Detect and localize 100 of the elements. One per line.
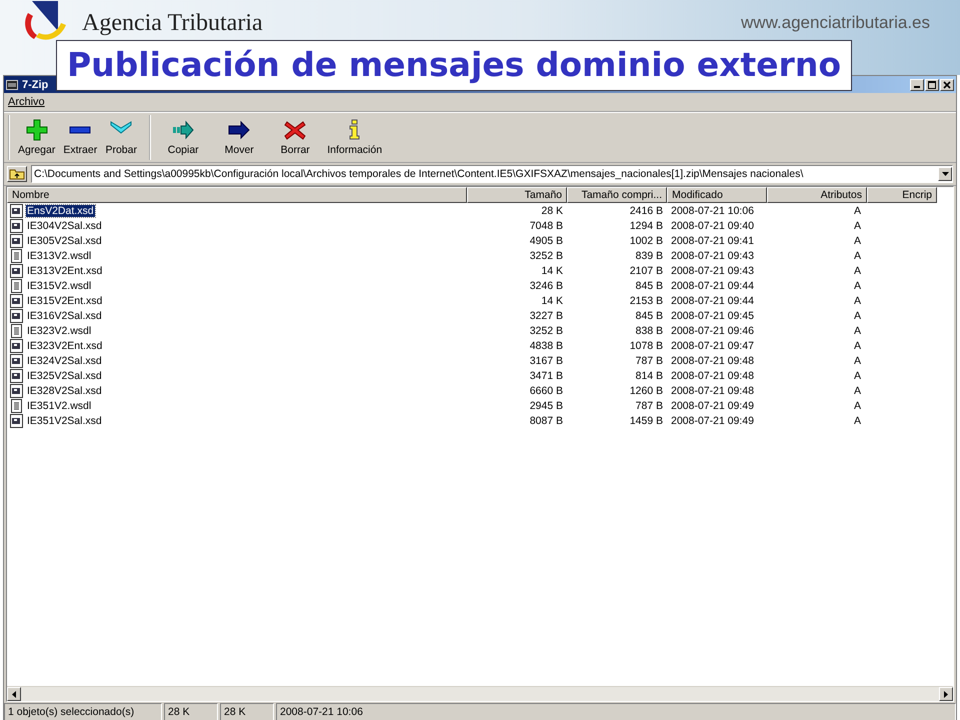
table-cell-text: 2008-07-21 09:43 (670, 250, 755, 262)
table-cell-text: 3227 B (528, 310, 564, 322)
file-name[interactable]: IE328V2Sal.xsd (26, 384, 103, 396)
menu-item[interactable]: Archivo (8, 96, 45, 108)
file-name[interactable]: IE316V2Sal.xsd (26, 310, 103, 322)
table-cell-text: A (852, 220, 862, 232)
scroll-left-button[interactable] (7, 687, 21, 701)
close-button[interactable] (940, 78, 954, 90)
column-header[interactable]: Nombre (7, 187, 467, 203)
schema-file-icon (9, 384, 24, 398)
table-cell-text: 3246 B (528, 280, 564, 292)
file-name[interactable]: IE323V2Ent.xsd (26, 340, 104, 352)
file-name[interactable]: IE323V2.wsdl (26, 324, 92, 336)
table-cell-text: 2008-07-21 09:49 (670, 414, 755, 426)
file-name[interactable]: IE351V2Sal.xsd (26, 414, 103, 426)
table-cell-text: A (852, 340, 862, 352)
table-cell-text: A (852, 204, 862, 216)
file-name[interactable]: IE315V2Ent.xsd (26, 294, 104, 306)
table-cell-text: A (852, 250, 862, 262)
table-cell-text: 2153 B (628, 294, 664, 306)
schema-file-icon (9, 354, 24, 368)
scroll-right-button[interactable] (939, 687, 953, 701)
app-icon (6, 80, 18, 90)
table-cell-text: 8087 B (528, 414, 564, 426)
schema-file-icon (9, 204, 24, 218)
table-cell-text: 2008-07-21 10:06 (670, 204, 755, 216)
column-header[interactable]: Tamaño compri... (567, 187, 667, 203)
column-header[interactable]: Tamaño (467, 187, 567, 203)
column-header[interactable]: Atributos (767, 187, 867, 203)
toolbar-button[interactable]: Información (323, 115, 386, 160)
table-cell-text: 845 B (634, 280, 664, 292)
text-file-icon (9, 324, 24, 338)
address-field[interactable]: C:\Documents and Settings\a00995kb\Configuración local\Archivos temporales de Internet\Content.IE5\GXIFSXAZ\mensajes_nacionales[1].zip\Mensajes nacionales\ (31, 165, 953, 183)
file-name[interactable]: IE324V2Sal.xsd (26, 354, 103, 366)
left-arrow-icon (12, 690, 16, 698)
table-cell-text: 3252 B (528, 250, 564, 262)
toolbar-button[interactable]: Extraer (59, 115, 102, 160)
table-cell-text: A (852, 234, 862, 246)
table-cell-text: A (852, 294, 862, 306)
schema-file-icon (9, 264, 24, 278)
file-name[interactable]: IE305V2Sal.xsd (26, 234, 103, 246)
arrow-icon (172, 119, 194, 141)
minimize-button[interactable] (910, 78, 924, 90)
schema-file-icon (9, 294, 24, 308)
toolbar-button[interactable]: Agregar (14, 115, 60, 160)
column-header[interactable]: Modificado (667, 187, 767, 203)
toolbar-button[interactable]: Borrar (267, 115, 324, 160)
table-cell-text: 2008-07-21 09:44 (670, 280, 755, 292)
table-cell-text: A (852, 400, 862, 412)
table-cell-text: 839 B (634, 250, 664, 262)
toolbar-button[interactable]: Mover (211, 115, 268, 160)
table-cell-text: 2008-07-21 09:43 (670, 264, 755, 276)
table-cell-text: 1260 B (628, 384, 664, 396)
file-name[interactable]: IE313V2.wsdl (26, 250, 92, 262)
status-text: 28 K (220, 703, 274, 720)
table-cell-text: 838 B (634, 324, 664, 336)
table-cell-text: 1002 B (628, 234, 664, 246)
file-name[interactable]: IE325V2Sal.xsd (26, 370, 103, 382)
file-name[interactable]: IE351V2.wsdl (26, 400, 92, 412)
table-cell-text: A (852, 414, 862, 426)
table-cell-text: 787 B (634, 400, 664, 412)
table-cell-text: 2008-07-21 09:46 (670, 324, 755, 336)
brand-name: Agencia Tributaria (82, 10, 263, 37)
minimize-icon (914, 86, 920, 88)
table-cell-text: 4905 B (528, 234, 564, 246)
toolbar-button[interactable]: Probar (101, 115, 142, 160)
delete-icon (284, 119, 306, 141)
file-name[interactable]: EnsV2Dat.xsd (26, 204, 95, 216)
table-cell-text: 14 K (540, 264, 564, 276)
table-cell-text: 3471 B (528, 370, 564, 382)
schema-file-icon (9, 414, 24, 428)
maximize-button[interactable] (925, 78, 939, 90)
table-cell-text: A (852, 264, 862, 276)
table-cell-text: 2008-07-21 09:48 (670, 370, 755, 382)
table-cell-text: 6660 B (528, 384, 564, 396)
table-cell-text: 14 K (540, 294, 564, 306)
table-cell-text: 28 K (540, 204, 564, 216)
table-cell-text: 2008-07-21 09:48 (670, 384, 755, 396)
toolbar-button[interactable]: Copiar (155, 115, 212, 160)
website-url: www.agenciatributaria.es (741, 13, 930, 33)
table-cell-text: 2008-07-21 09:41 (670, 234, 755, 246)
table-cell-text: 2008-07-21 09:49 (670, 400, 755, 412)
table-cell-text: 2008-07-21 09:47 (670, 340, 755, 352)
folder-up-icon (9, 168, 25, 180)
arrow-icon (228, 119, 250, 141)
file-name[interactable]: IE304V2Sal.xsd (26, 220, 103, 232)
table-cell-text: 845 B (634, 310, 664, 322)
status-text: 28 K (164, 703, 218, 720)
column-header[interactable]: Encrip (867, 187, 937, 203)
table-cell-text: A (852, 384, 862, 396)
maximize-icon (927, 80, 937, 88)
file-name[interactable]: IE315V2.wsdl (26, 280, 92, 292)
table-cell-text: 2945 B (528, 400, 564, 412)
table-cell-text: 1459 B (628, 414, 664, 426)
dropdown-button[interactable] (938, 167, 952, 181)
table-cell-text: 2416 B (628, 204, 664, 216)
folder-up-button[interactable] (7, 166, 27, 182)
status-text: 1 objeto(s) seleccionado(s) (4, 703, 162, 720)
file-name[interactable]: IE313V2Ent.xsd (26, 264, 104, 276)
table-cell-text: 814 B (634, 370, 664, 382)
